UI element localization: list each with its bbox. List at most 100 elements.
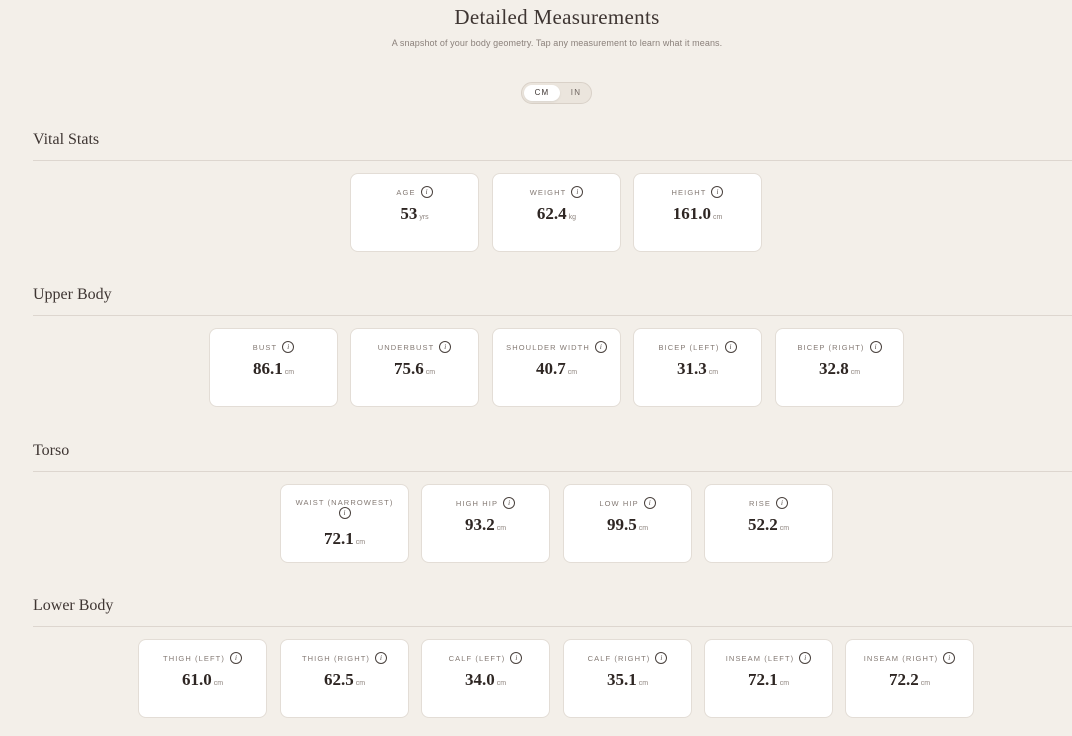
measurement-unit: cm xyxy=(920,680,931,687)
measurement-label: THIGH (LEFT) xyxy=(163,654,225,663)
section-divider xyxy=(33,471,1072,472)
unit-toggle[interactable]: CM IN xyxy=(521,82,592,104)
measurement-card-shoulder-width[interactable]: SHOULDER WIDTH i 40.7 cm xyxy=(492,328,621,407)
measurement-card-inseam-left[interactable]: INSEAM (LEFT) i 72.1 cm xyxy=(704,639,833,718)
measurement-number: 31.3 xyxy=(676,359,707,378)
measurement-label: UNDERBUST xyxy=(377,343,435,352)
measurement-unit: cm xyxy=(779,525,790,532)
measurement-card-thigh-right[interactable]: THIGH (RIGHT) i 62.5 cm xyxy=(280,639,409,718)
unit-option-in[interactable]: IN xyxy=(558,85,594,101)
measurement-label-row: THIGH (LEFT) i xyxy=(145,652,260,665)
measurement-label-row: INSEAM (RIGHT) i xyxy=(852,652,967,665)
measurement-unit: cm xyxy=(425,369,436,376)
section-divider xyxy=(33,626,1072,627)
measurement-label-row: HIGH HIP i xyxy=(428,497,543,510)
info-icon[interactable]: i xyxy=(799,652,812,665)
info-icon[interactable]: i xyxy=(338,507,351,520)
measurement-card-weight[interactable]: WEIGHT i 62.4 kg xyxy=(492,173,621,252)
measurement-card-rise[interactable]: RISE i 52.2 cm xyxy=(704,484,833,563)
measurement-number: 62.5 xyxy=(323,670,354,689)
measurement-number: 40.7 xyxy=(535,359,566,378)
measurement-unit: cm xyxy=(567,369,578,376)
measurement-card-high-hip[interactable]: HIGH HIP i 93.2 cm xyxy=(421,484,550,563)
measurement-label: BICEP (RIGHT) xyxy=(797,343,865,352)
measurement-label: SHOULDER WIDTH xyxy=(506,343,590,352)
measurement-label: BUST xyxy=(252,343,278,352)
measurement-unit: kg xyxy=(568,214,577,221)
section-divider xyxy=(33,160,1072,161)
measurement-label: AGE xyxy=(396,188,416,197)
measurement-label: INSEAM (LEFT) xyxy=(725,654,795,663)
measurement-label: WEIGHT xyxy=(529,188,567,197)
measurement-value: 72.1 cm xyxy=(705,670,832,690)
measurement-label-row: SHOULDER WIDTH i xyxy=(499,341,614,354)
measurement-card-bicep-left[interactable]: BICEP (LEFT) i 31.3 cm xyxy=(633,328,762,407)
page-subtitle: A snapshot of your body geometry. Tap an… xyxy=(391,38,723,48)
section-title-upper-body: Upper Body xyxy=(33,286,112,303)
page-title: Detailed Measurements xyxy=(454,5,660,29)
info-icon[interactable]: i xyxy=(510,652,523,665)
measurement-unit: cm xyxy=(355,539,366,546)
info-icon[interactable]: i xyxy=(503,497,516,510)
measurement-unit: cm xyxy=(638,680,649,687)
measurement-card-bicep-right[interactable]: BICEP (RIGHT) i 32.8 cm xyxy=(775,328,904,407)
section-divider xyxy=(33,315,1072,316)
measurement-label: CALF (LEFT) xyxy=(448,654,506,663)
info-icon[interactable]: i xyxy=(420,186,433,199)
measurement-number: 93.2 xyxy=(464,515,495,534)
measurement-number: 53 xyxy=(400,204,418,223)
info-icon[interactable]: i xyxy=(571,186,584,199)
measurement-card-inseam-right[interactable]: INSEAM (RIGHT) i 72.2 cm xyxy=(845,639,974,718)
measurement-card-bust[interactable]: BUST i 86.1 cm xyxy=(209,328,338,407)
measurement-card-underbust[interactable]: UNDERBUST i 75.6 cm xyxy=(350,328,479,407)
measurement-card-waist[interactable]: WAIST (NARROWEST) i 72.1 cm xyxy=(280,484,409,563)
measurement-label: HEIGHT xyxy=(671,188,707,197)
info-icon[interactable]: i xyxy=(869,341,882,354)
measurement-value: 99.5 cm xyxy=(564,515,691,535)
measurement-label-row: THIGH (RIGHT) i xyxy=(287,652,402,665)
section-title-lower-body: Lower Body xyxy=(33,597,114,614)
info-icon[interactable]: i xyxy=(282,341,295,354)
measurement-label: BICEP (LEFT) xyxy=(658,343,720,352)
measurement-card-low-hip[interactable]: LOW HIP i 99.5 cm xyxy=(563,484,692,563)
info-icon[interactable]: i xyxy=(711,186,724,199)
info-icon[interactable]: i xyxy=(229,652,242,665)
measurement-card-calf-left[interactable]: CALF (LEFT) i 34.0 cm xyxy=(421,639,550,718)
info-icon[interactable]: i xyxy=(439,341,452,354)
measurement-label-row: HEIGHT i xyxy=(640,186,755,199)
measurement-value: 93.2 cm xyxy=(422,515,549,535)
measurement-unit: cm xyxy=(850,369,861,376)
info-icon[interactable]: i xyxy=(943,652,956,665)
measurement-value: 72.2 cm xyxy=(846,670,973,690)
measurement-value: 40.7 cm xyxy=(493,359,620,379)
measurement-unit: cm xyxy=(708,369,719,376)
unit-option-cm[interactable]: CM xyxy=(524,85,560,101)
measurement-number: 62.4 xyxy=(536,204,567,223)
measurement-unit: cm xyxy=(638,525,649,532)
measurement-label-row: BICEP (RIGHT) i xyxy=(782,341,897,354)
info-icon[interactable]: i xyxy=(375,652,388,665)
measurement-card-height[interactable]: HEIGHT i 161.0 cm xyxy=(633,173,762,252)
measurements-page: Detailed Measurements A snapshot of your… xyxy=(0,0,1072,736)
measurement-number: 72.2 xyxy=(888,670,919,689)
info-icon[interactable]: i xyxy=(655,652,668,665)
measurement-unit: cm xyxy=(779,680,790,687)
measurement-value: 62.5 cm xyxy=(281,670,408,690)
measurement-number: 35.1 xyxy=(606,670,637,689)
measurement-label-row: CALF (RIGHT) i xyxy=(570,652,685,665)
measurement-label-row: WAIST (NARROWEST) i xyxy=(287,497,402,520)
measurement-label-row: RISE i xyxy=(711,497,826,510)
measurement-label: THIGH (RIGHT) xyxy=(301,654,371,663)
info-icon[interactable]: i xyxy=(594,341,607,354)
measurement-value: 53 yrs xyxy=(351,204,478,224)
measurement-label: HIGH HIP xyxy=(455,499,499,508)
info-icon[interactable]: i xyxy=(643,497,656,510)
measurement-number: 32.8 xyxy=(818,359,849,378)
measurement-card-thigh-left[interactable]: THIGH (LEFT) i 61.0 cm xyxy=(138,639,267,718)
measurement-card-calf-right[interactable]: CALF (RIGHT) i 35.1 cm xyxy=(563,639,692,718)
measurement-unit: cm xyxy=(496,525,507,532)
measurement-card-age[interactable]: AGE i 53 yrs xyxy=(350,173,479,252)
measurement-number: 34.0 xyxy=(464,670,495,689)
info-icon[interactable]: i xyxy=(775,497,788,510)
info-icon[interactable]: i xyxy=(724,341,737,354)
